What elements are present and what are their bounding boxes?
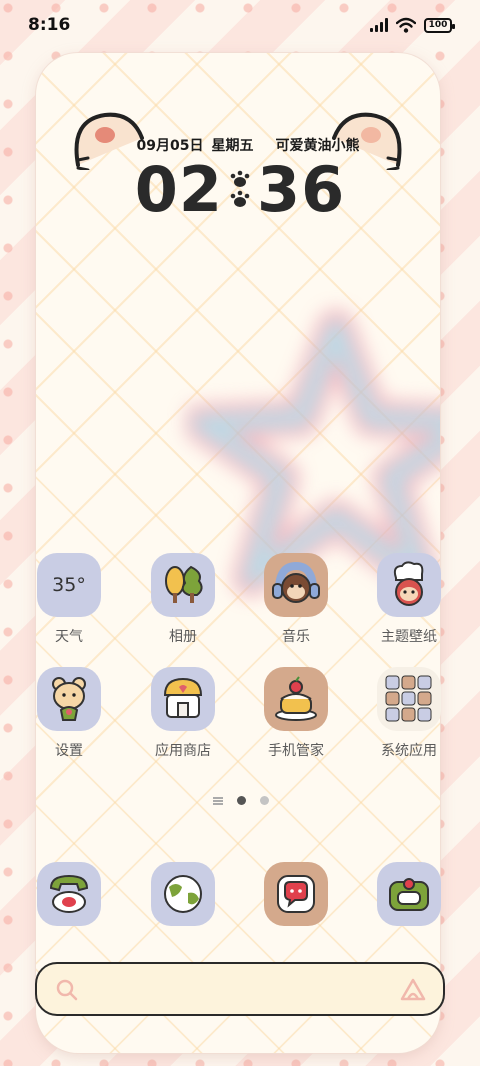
date-text: 09月05日 [136,138,204,154]
assistant-icon[interactable] [399,977,427,1003]
battery-level: 100 [428,20,448,30]
browser-globe-icon [151,862,215,926]
weather-icon: 35° [37,553,101,617]
status-bar: 8:16 100 [0,0,480,50]
app-system-folder[interactable]: 系统应用 [354,667,464,760]
date-line: 09月05日 星期五 可爱黄油小熊 [118,135,378,155]
battery-icon: 100 [424,17,455,33]
clock-widget[interactable]: 09月05日 星期五 可爱黄油小熊 02 36 [70,105,406,275]
wifi-icon [396,17,416,33]
signal-icon [370,18,388,32]
dock-camera[interactable] [354,862,464,926]
dock-messages[interactable] [241,862,351,926]
weather-temperature: 35° [52,574,86,596]
app-label: 系统应用 [381,743,437,759]
app-settings[interactable]: 设置 [14,667,124,760]
security-cake-icon [264,667,328,731]
camera-icon [377,862,441,926]
gallery-trees-icon [151,553,215,617]
page-indicator-menu-icon [213,796,223,805]
search-icon[interactable] [55,978,79,1002]
dock-browser[interactable] [128,862,238,926]
app-music[interactable]: 音乐 [241,553,351,646]
page-indicator[interactable] [213,796,269,805]
app-label: 手机管家 [268,743,324,759]
app-label: 音乐 [282,629,310,645]
app-label: 设置 [55,743,83,759]
settings-bear-icon [37,667,101,731]
page-dot [260,796,269,805]
weekday-text: 星期五 [211,138,254,154]
app-label: 相册 [169,629,197,645]
clock-minute: 36 [257,153,346,226]
dock-phone[interactable] [14,862,124,926]
search-bar[interactable] [35,962,445,1016]
app-store[interactable]: 应用商店 [128,667,238,760]
system-apps-folder-icon [377,667,441,731]
clock-time: 02 36 [120,153,360,226]
clock-hour: 02 [134,153,223,226]
app-label: 天气 [55,629,83,645]
app-label: 应用商店 [155,743,211,759]
paw-icon [230,170,250,207]
status-icons: 100 [370,17,455,33]
app-gallery[interactable]: 相册 [128,553,238,646]
page-dot-active [237,796,246,805]
app-weather[interactable]: 35° 天气 [14,553,124,646]
app-security[interactable]: 手机管家 [241,667,351,760]
phone-icon [37,862,101,926]
widget-caption: 可爱黄油小熊 [275,138,360,154]
music-headphone-monkey-icon [264,553,328,617]
status-time: 8:16 [28,15,71,35]
app-themes[interactable]: 主题壁纸 [354,553,464,646]
themes-chef-icon [377,553,441,617]
app-label: 主题壁纸 [381,629,437,645]
app-store-house-icon [151,667,215,731]
messages-icon [264,862,328,926]
